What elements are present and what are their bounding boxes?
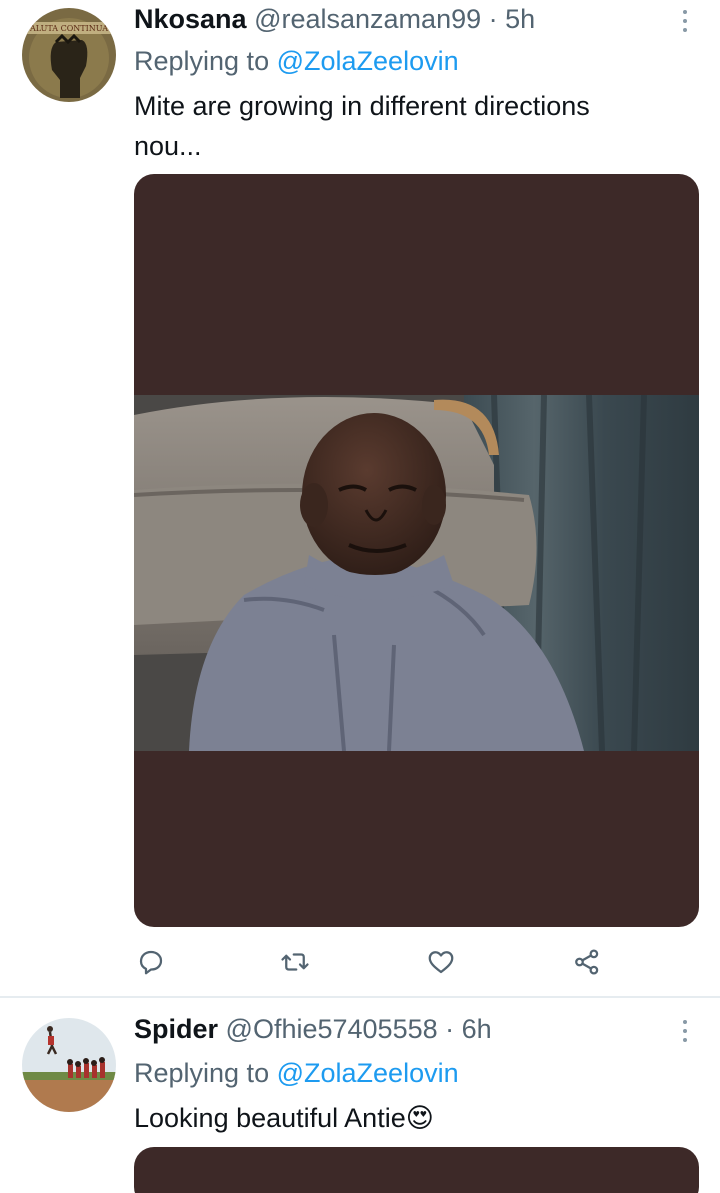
media-video-still	[134, 395, 699, 751]
share-button[interactable]	[570, 945, 604, 979]
tweet-media[interactable]	[134, 174, 699, 927]
author-name[interactable]: Nkosana	[134, 4, 247, 34]
reply-button[interactable]	[134, 945, 168, 979]
like-button[interactable]	[424, 945, 458, 979]
retweet-icon	[281, 953, 309, 971]
replying-prefix: Replying to	[134, 1058, 270, 1088]
heart-eyes-emoji: 😍	[405, 1103, 434, 1134]
tweet-media[interactable]	[134, 1147, 699, 1193]
fist-avatar-image: ALUTA CONTINUA	[22, 8, 116, 102]
crowd-avatar-image	[22, 1018, 116, 1112]
author-handle[interactable]: @Ofhie57405558	[226, 1014, 438, 1044]
reply-icon	[139, 950, 163, 975]
share-icon	[575, 949, 599, 975]
tweet-nkosana[interactable]: ALUTA CONTINUA Nkosana @realsanzaman99 ·…	[0, 0, 720, 997]
mention-link[interactable]: @ZolaZeelovin	[277, 46, 459, 76]
avatar-nkosana[interactable]: ALUTA CONTINUA	[22, 8, 116, 102]
tweet-text: Mite are growing in different directions…	[134, 86, 694, 166]
avatar-caption: ALUTA CONTINUA	[29, 24, 108, 33]
man-in-chair-image	[134, 395, 699, 751]
tweet-text-line: Mite are growing in different directions	[134, 91, 590, 121]
tweet-spider[interactable]: Spider @Ofhie57405558 · 6h Replying to @…	[0, 998, 720, 1193]
author-handle[interactable]: @realsanzaman99	[254, 4, 481, 34]
tweet-text-line: nou...	[134, 131, 202, 161]
avatar-spider[interactable]	[22, 1018, 116, 1112]
author-name[interactable]: Spider	[134, 1014, 218, 1044]
separator-dot: ·	[488, 4, 498, 34]
tweet-time[interactable]: 5h	[505, 4, 535, 34]
tweet-header: Nkosana @realsanzaman99 · 5h	[134, 2, 535, 36]
retweet-button[interactable]	[278, 945, 312, 979]
tweet-header: Spider @Ofhie57405558 · 6h	[134, 1012, 492, 1046]
separator-dot: ·	[445, 1014, 455, 1044]
tweet-text-body: Looking beautiful Antie	[134, 1103, 406, 1133]
replying-to: Replying to @ZolaZeelovin	[134, 1056, 459, 1090]
mention-link[interactable]: @ZolaZeelovin	[277, 1058, 459, 1088]
more-options-icon[interactable]	[678, 6, 692, 36]
like-icon	[428, 951, 454, 974]
tweet-time[interactable]: 6h	[462, 1014, 492, 1044]
more-options-icon[interactable]	[678, 1016, 692, 1046]
replying-to: Replying to @ZolaZeelovin	[134, 44, 459, 78]
replying-prefix: Replying to	[134, 46, 270, 76]
tweet-text: Looking beautiful Antie😍	[134, 1098, 694, 1139]
tweet-actions	[134, 945, 604, 979]
